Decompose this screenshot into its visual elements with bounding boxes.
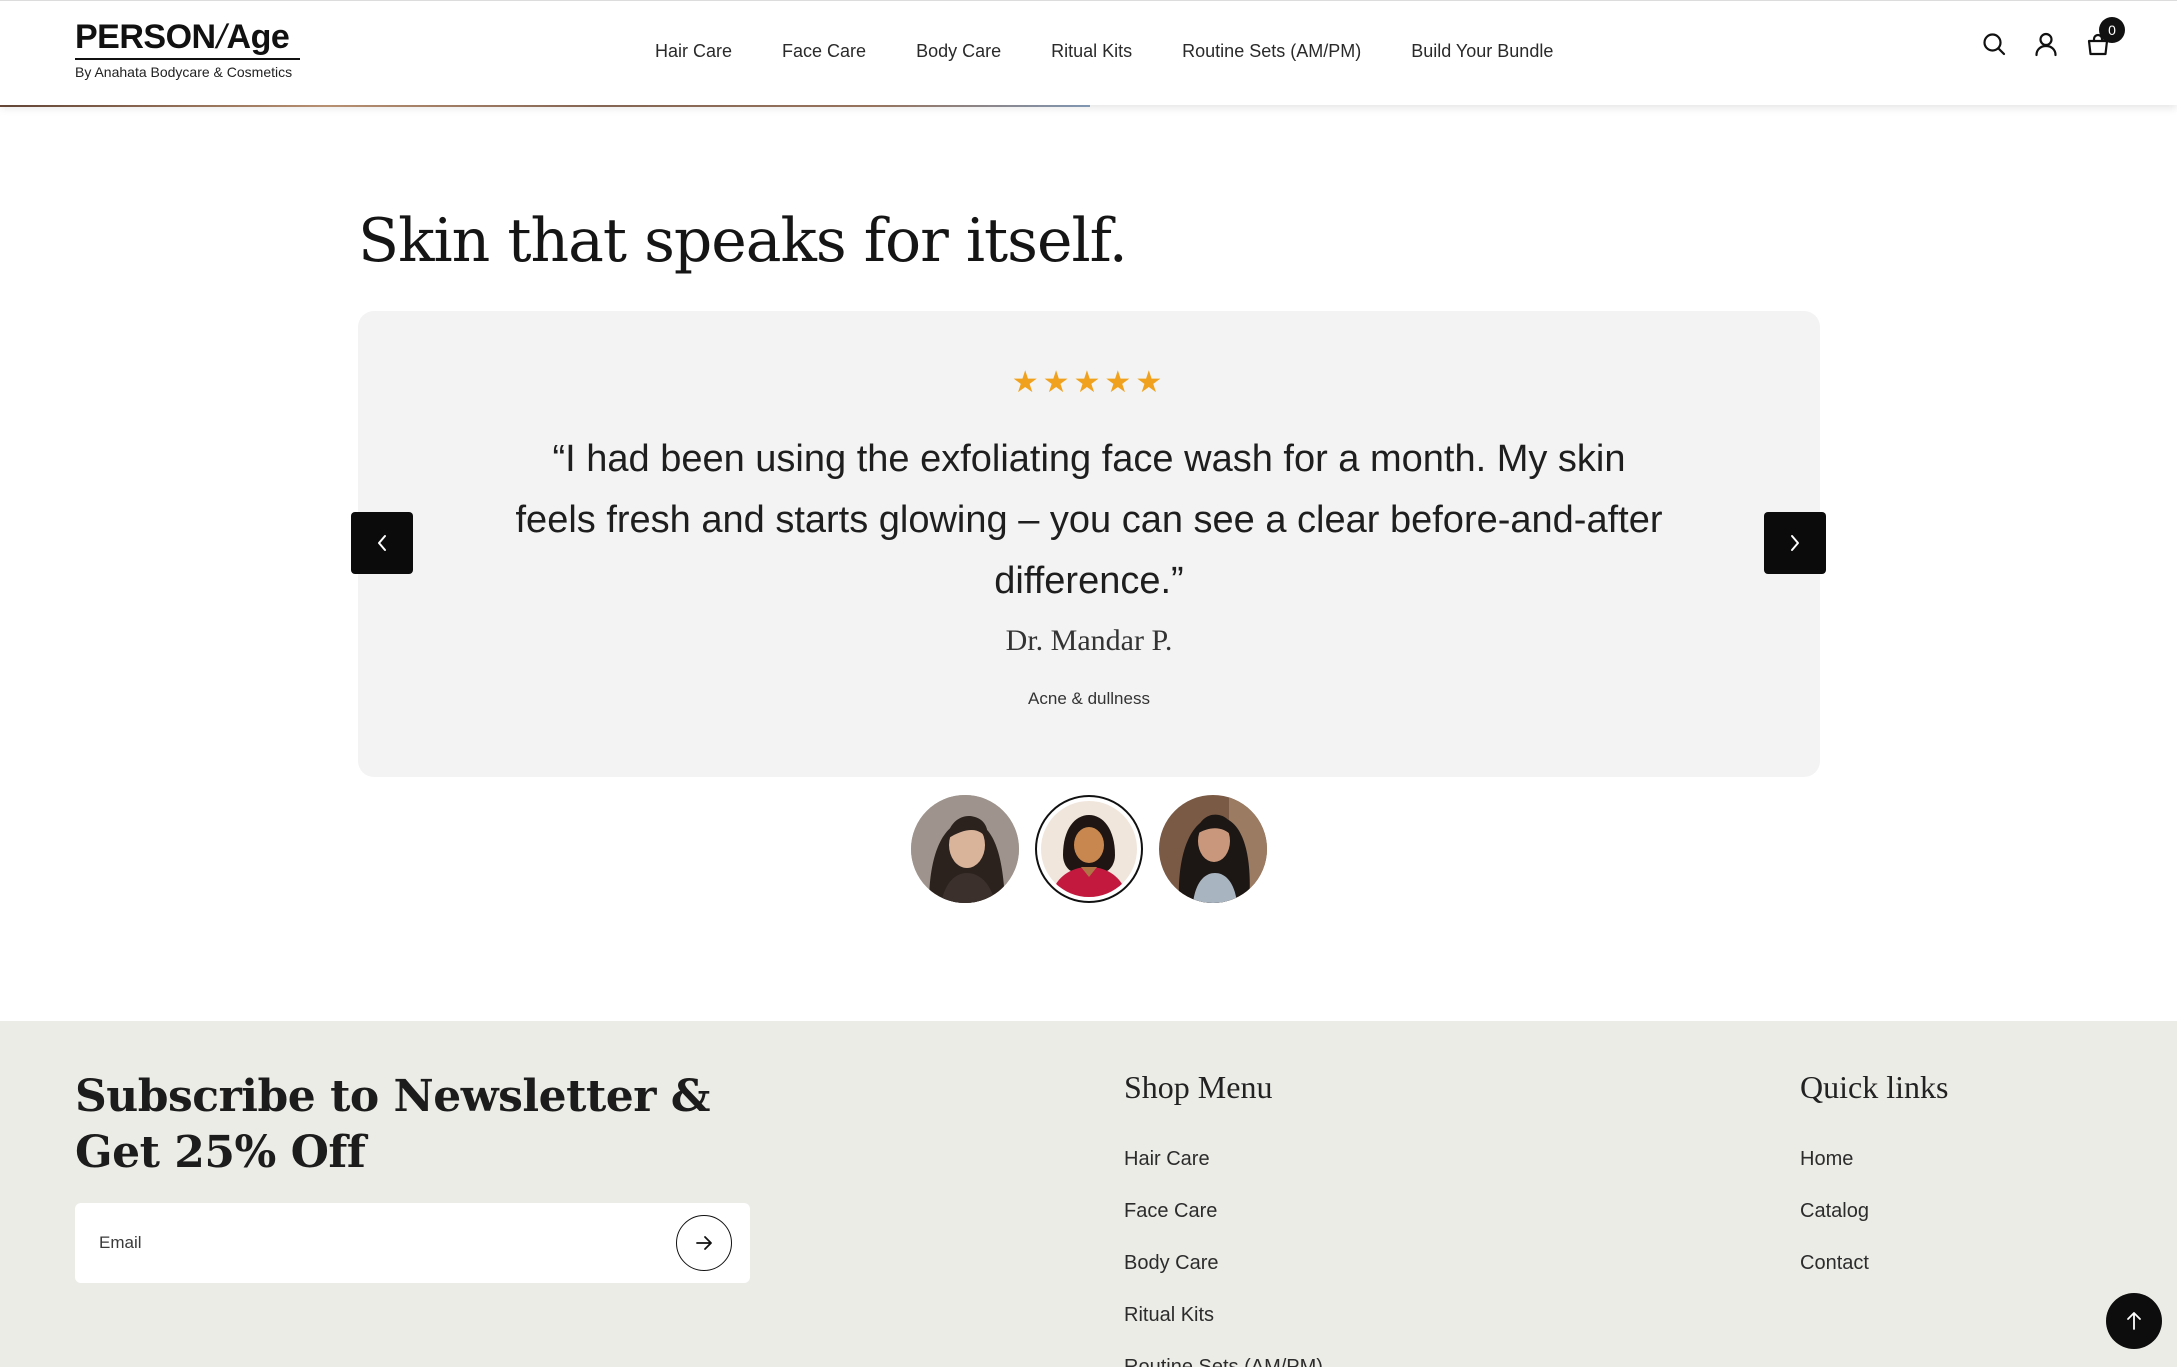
nav-item-build-bundle[interactable]: Build Your Bundle (1411, 41, 1553, 62)
cart-count-badge: 0 (2099, 17, 2125, 43)
arrow-right-icon (696, 1236, 712, 1250)
back-to-top-button[interactable] (2106, 1293, 2162, 1349)
avatar-reviewer-2[interactable] (1035, 795, 1143, 903)
brand-logo[interactable]: PERSON/Age By Anahata Bodycare & Cosmeti… (75, 18, 305, 80)
footer-link-face-care[interactable]: Face Care (1124, 1185, 1323, 1237)
chevron-left-icon (378, 535, 386, 551)
nav-item-face-care[interactable]: Face Care (782, 41, 866, 62)
subscribe-button[interactable] (676, 1215, 732, 1271)
search-icon[interactable] (1981, 31, 2007, 57)
footer-link-catalog[interactable]: Catalog (1800, 1185, 1869, 1237)
site-footer: Subscribe to Newsletter & Get 25% Off Sh… (0, 1021, 2177, 1367)
reviewer-avatars (911, 795, 1267, 903)
reviewer-concern: Acne & dullness (1028, 689, 1150, 708)
footer-link-hair-care[interactable]: Hair Care (1124, 1133, 1323, 1185)
footer-link-body-care[interactable]: Body Care (1124, 1237, 1323, 1289)
email-input[interactable] (99, 1203, 659, 1283)
footer-link-home[interactable]: Home (1800, 1133, 1869, 1185)
header-actions: 0 (1981, 17, 2125, 57)
nav-item-hair-care[interactable]: Hair Care (655, 41, 732, 62)
newsletter-form (75, 1203, 750, 1283)
section-title: Skin that speaks for itself. (358, 206, 1128, 276)
avatar-image (1041, 801, 1137, 897)
reviewer-name: Dr. Mandar P. (1005, 624, 1173, 657)
chevron-right-icon (1791, 535, 1799, 551)
arrow-up-icon (2127, 1312, 2141, 1330)
main-nav: Hair Care Face Care Body Care Ritual Kit… (655, 41, 1553, 62)
bag-icon[interactable]: 0 (2085, 17, 2125, 57)
shop-menu-list: Hair Care Face Care Body Care Ritual Kit… (1124, 1133, 1323, 1367)
star-rating: ★★★★★ (1011, 366, 1167, 399)
avatar-reviewer-1[interactable] (911, 795, 1019, 903)
logo-wordmark: PERSON/Age (75, 18, 290, 56)
avatar-reviewer-3[interactable] (1159, 795, 1267, 903)
footer-link-routine-sets[interactable]: Routine Sets (AM/PM) (1124, 1341, 1323, 1367)
logo-divider (75, 58, 300, 60)
shop-menu-title: Shop Menu (1124, 1069, 1273, 1105)
footer-link-ritual-kits[interactable]: Ritual Kits (1124, 1289, 1323, 1341)
logo-tagline: By Anahata Bodycare & Cosmetics (75, 64, 293, 80)
quick-links-list: Home Catalog Contact (1800, 1133, 1869, 1289)
nav-item-body-care[interactable]: Body Care (916, 41, 1001, 62)
user-icon[interactable] (2033, 31, 2059, 57)
review-quote: “I had been using the exfoliating face w… (515, 438, 1663, 602)
site-header: PERSON/Age By Anahata Bodycare & Cosmeti… (0, 0, 2177, 105)
newsletter-title: Subscribe to Newsletter & Get 25% Off (75, 1071, 711, 1178)
review-card: ★★★★★ “I had been using the exfoliating … (358, 311, 1820, 777)
nav-item-routine-sets[interactable]: Routine Sets (AM/PM) (1182, 41, 1361, 62)
quick-links-title: Quick links (1800, 1069, 1949, 1105)
footer-link-contact[interactable]: Contact (1800, 1237, 1869, 1289)
prev-review-button[interactable] (351, 512, 413, 574)
next-review-button[interactable] (1764, 512, 1826, 574)
nav-item-ritual-kits[interactable]: Ritual Kits (1051, 41, 1132, 62)
